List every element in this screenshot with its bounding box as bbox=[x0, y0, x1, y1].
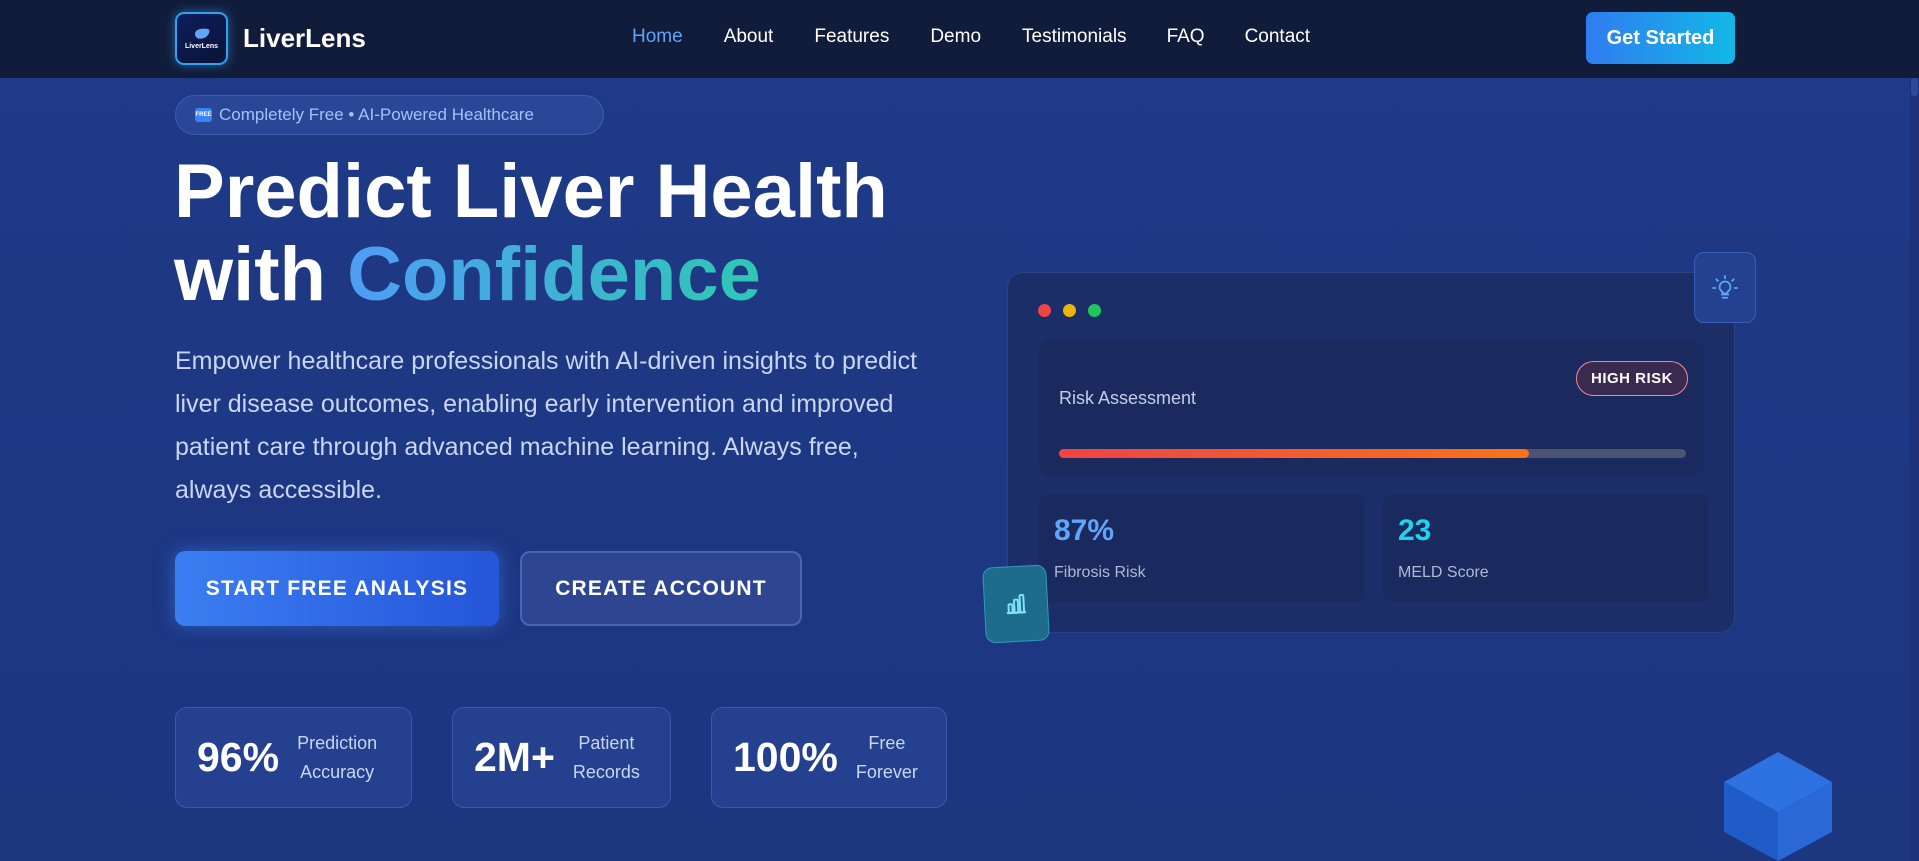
create-account-button[interactable]: CREATE ACCOUNT bbox=[520, 551, 802, 626]
window-dot-yellow bbox=[1063, 304, 1076, 317]
stat-label: Patient Records bbox=[573, 729, 640, 787]
lightbulb-icon bbox=[1712, 274, 1738, 299]
nav-faq[interactable]: FAQ bbox=[1167, 26, 1205, 48]
nav-features[interactable]: Features bbox=[814, 26, 889, 48]
main-menu: Home About Features Demo Testimonials FA… bbox=[632, 26, 1310, 48]
headline-line-2-prefix: with bbox=[174, 232, 348, 317]
risk-assessment-panel: Risk Assessment HIGH RISK bbox=[1039, 341, 1704, 475]
hero-description: Empower healthcare professionals with AI… bbox=[175, 347, 918, 504]
risk-progress-fill bbox=[1059, 449, 1530, 458]
stat-label: Free Forever bbox=[856, 729, 918, 787]
stat-value: 96% bbox=[197, 734, 280, 780]
stat-label-line-2: Forever bbox=[855, 761, 918, 782]
nav-contact[interactable]: Contact bbox=[1245, 26, 1310, 48]
stat-card-accuracy: 96% Prediction Accuracy bbox=[175, 707, 412, 808]
metric-meld: 23 MELD Score bbox=[1383, 494, 1708, 602]
risk-progress-track bbox=[1059, 449, 1686, 458]
stat-card-free: 100% Free Forever bbox=[711, 707, 947, 808]
hero-badge: FREE Completely Free • AI-Powered Health… bbox=[175, 95, 604, 135]
metric-fibrosis: 87% Fibrosis Risk bbox=[1039, 494, 1364, 602]
stat-value: 2M+ bbox=[474, 734, 555, 780]
headline-accent-word: Confidence bbox=[347, 232, 761, 317]
metric-label: Fibrosis Risk bbox=[1054, 564, 1146, 581]
floating-chart-card bbox=[982, 564, 1050, 644]
stat-value: 100% bbox=[733, 734, 838, 780]
decorative-cube-icon bbox=[1724, 752, 1832, 861]
hero-headline: Predict Liver Health with Confidence bbox=[174, 150, 888, 316]
metric-value: 87% bbox=[1054, 514, 1115, 547]
liver-shape-icon bbox=[194, 28, 209, 39]
stat-label-line-2: Records bbox=[572, 761, 640, 782]
nav-demo[interactable]: Demo bbox=[930, 26, 981, 48]
top-navbar: LiverLens LiverLens Home About Features … bbox=[0, 0, 1919, 78]
liver-logo-icon: LiverLens bbox=[175, 12, 228, 65]
window-dot-green bbox=[1088, 304, 1101, 317]
get-started-button[interactable]: Get Started bbox=[1586, 12, 1735, 64]
free-tag-icon: FREE bbox=[195, 108, 212, 122]
stat-label-line-1: Free bbox=[868, 732, 906, 753]
stat-label-line-1: Prediction bbox=[297, 732, 378, 753]
high-risk-badge: HIGH RISK bbox=[1576, 361, 1688, 396]
stat-label-line-1: Patient bbox=[578, 732, 635, 753]
metric-value: 23 bbox=[1398, 514, 1432, 547]
metric-label: MELD Score bbox=[1398, 564, 1489, 581]
stat-label: Prediction Accuracy bbox=[297, 729, 377, 787]
dashboard-preview-card: Risk Assessment HIGH RISK 87% Fibrosis R… bbox=[1007, 272, 1735, 633]
scrollbar-thumb[interactable] bbox=[1911, 78, 1918, 96]
hero-badge-text: Completely Free • AI-Powered Healthcare bbox=[219, 105, 534, 124]
brand[interactable]: LiverLens LiverLens bbox=[175, 12, 366, 65]
headline-line-1: Predict Liver Health bbox=[174, 149, 888, 234]
nav-home[interactable]: Home bbox=[632, 26, 683, 48]
floating-lightbulb-card bbox=[1694, 252, 1756, 323]
stat-card-records: 2M+ Patient Records bbox=[452, 707, 671, 808]
stat-label-line-2: Accuracy bbox=[300, 761, 375, 782]
page-scrollbar[interactable] bbox=[1910, 78, 1919, 861]
logo-text: LiverLens bbox=[184, 43, 219, 50]
start-free-analysis-button[interactable]: START FREE ANALYSIS bbox=[175, 551, 499, 626]
nav-testimonials[interactable]: Testimonials bbox=[1022, 26, 1127, 48]
window-dot-red bbox=[1038, 304, 1051, 317]
nav-about[interactable]: About bbox=[724, 26, 774, 48]
bar-chart-icon bbox=[1006, 594, 1027, 615]
risk-assessment-title: Risk Assessment bbox=[1059, 388, 1197, 408]
brand-name: LiverLens bbox=[243, 23, 366, 53]
